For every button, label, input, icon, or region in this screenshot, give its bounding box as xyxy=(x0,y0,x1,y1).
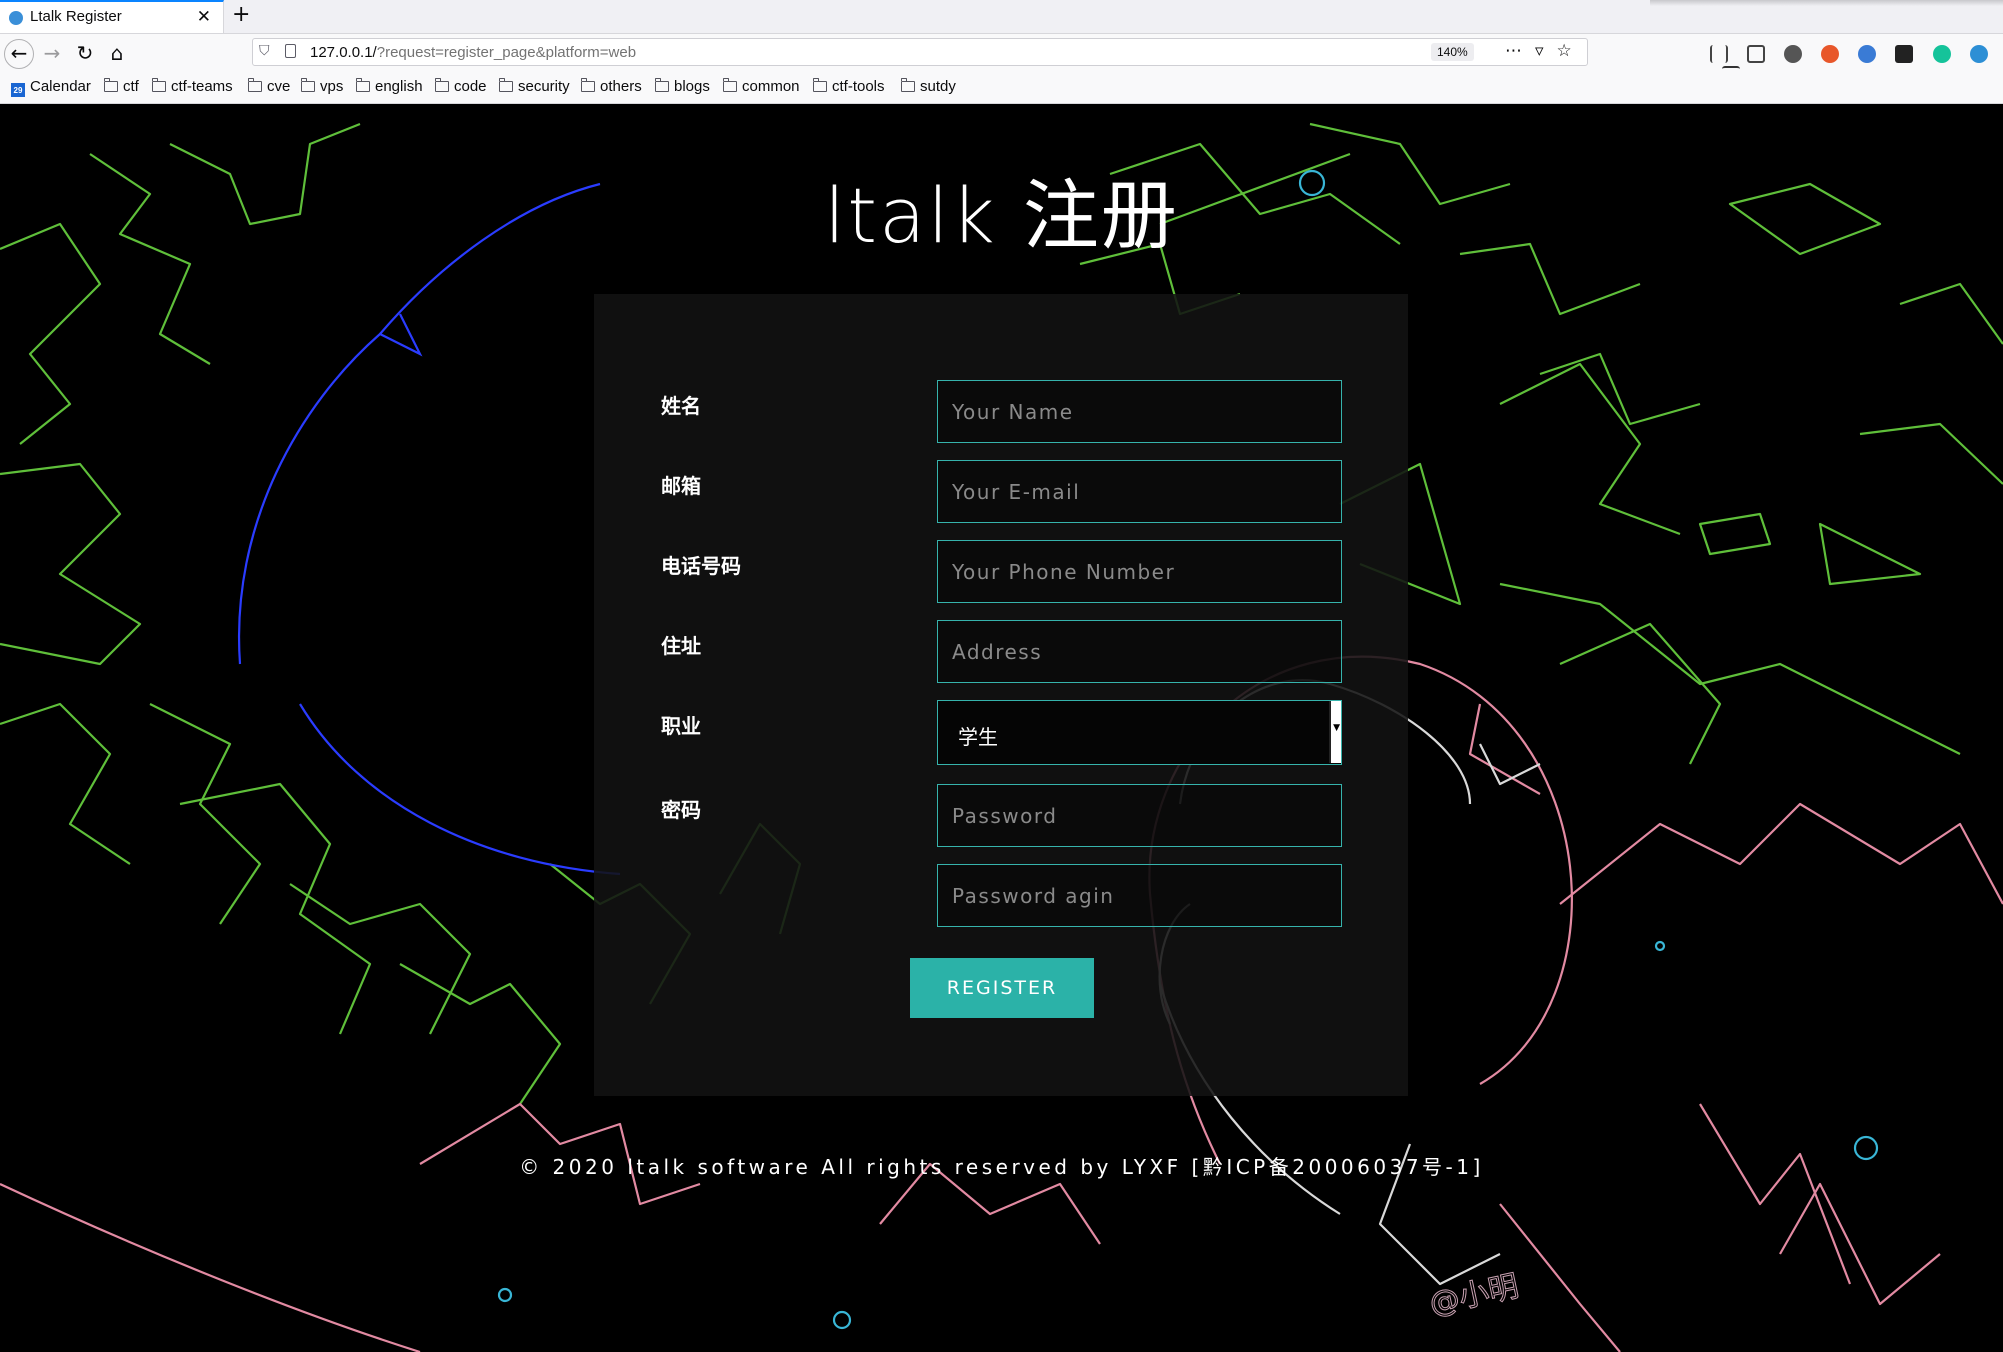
new-tab-icon[interactable]: + xyxy=(232,2,250,27)
bookmark-blogs[interactable]: blogs xyxy=(654,78,710,95)
bookmark-label: ctf xyxy=(123,78,139,95)
bookmark-star-icon[interactable]: ☆ xyxy=(1557,41,1585,61)
account-icon[interactable] xyxy=(1784,44,1803,63)
bookmark-label: sutdy xyxy=(920,78,956,95)
bookmark-label: others xyxy=(600,78,642,95)
register-button[interactable]: REGISTER xyxy=(910,958,1094,1018)
bookmark-common[interactable]: common xyxy=(722,78,800,95)
page-title: ltalk 注册 xyxy=(824,171,1179,260)
name-label: 姓名 xyxy=(661,394,701,418)
folder-icon xyxy=(812,78,827,92)
bookmark-ctf[interactable]: ctf xyxy=(103,78,139,95)
phone-input[interactable] xyxy=(937,540,1342,603)
pocket-icon[interactable]: ▿ xyxy=(1535,41,1557,61)
navigation-toolbar: ← → ↻ ⌂ ⛉ 127.0.0.1/?request=register_pa… xyxy=(0,34,2003,80)
register-form: 姓名 邮箱 电话号码 住址 职业 学生 ▼ 密码 REGISTER xyxy=(594,294,1408,1096)
bookmark-label: blogs xyxy=(674,78,710,95)
folder-icon xyxy=(434,78,449,92)
tab-title: Ltalk Register xyxy=(30,8,122,25)
library-icon[interactable] xyxy=(1710,44,1728,63)
bookmark-code[interactable]: code xyxy=(434,78,487,95)
occupation-select[interactable]: 学生 ▼ xyxy=(937,700,1342,765)
bookmark-others[interactable]: others xyxy=(580,78,642,95)
folder-icon xyxy=(103,78,118,92)
page-actions: ⋯▿☆ xyxy=(1505,41,1585,61)
phone-label: 电话号码 xyxy=(661,554,741,578)
bookmark-label: ctf-teams xyxy=(171,78,233,95)
url-bar[interactable]: ⛉ 127.0.0.1/?request=register_page&platf… xyxy=(252,38,1588,66)
page-actions-menu-icon[interactable]: ⋯ xyxy=(1505,41,1535,61)
register-page: @小明 ltalk 注册 姓名 邮箱 电话号码 住址 职业 学生 ▼ 密码 RE… xyxy=(0,104,2003,1352)
password-input[interactable] xyxy=(937,784,1342,847)
bookmark-sutdy[interactable]: sutdy xyxy=(900,78,956,95)
email-input[interactable] xyxy=(937,460,1342,523)
home-icon[interactable]: ⌂ xyxy=(102,38,132,68)
bookmark-english[interactable]: english xyxy=(355,78,423,95)
zoom-indicator[interactable]: 140% xyxy=(1431,43,1474,61)
email-label: 邮箱 xyxy=(661,474,701,498)
window-edge xyxy=(1650,0,2003,6)
tracking-shield-icon[interactable]: ⛉ xyxy=(259,43,270,59)
folder-icon xyxy=(498,78,513,92)
calendar-icon: 29 xyxy=(11,83,25,97)
close-tab-icon[interactable]: ✕ xyxy=(197,7,211,27)
folder-icon xyxy=(300,78,315,92)
extension-shield-icon[interactable] xyxy=(1969,44,1988,63)
extension-grammarly-icon[interactable] xyxy=(1932,44,1951,63)
page-info-icon[interactable] xyxy=(285,44,296,58)
copyright-footer: © 2020 ltalk software All rights reserve… xyxy=(519,1155,1484,1179)
bookmark-cve[interactable]: cve xyxy=(247,78,291,95)
bookmark-label: cve xyxy=(267,78,291,95)
password-label: 密码 xyxy=(661,798,701,822)
chevron-down-icon[interactable]: ▼ xyxy=(1333,723,1340,733)
folder-icon xyxy=(355,78,370,92)
extension-icon[interactable] xyxy=(1858,44,1877,63)
bookmark-security[interactable]: security xyxy=(498,78,570,95)
folder-icon xyxy=(900,78,915,92)
extension-ublock-icon[interactable] xyxy=(1821,44,1840,63)
url-path: ?request=register_page&platform=web xyxy=(376,44,637,61)
name-input[interactable] xyxy=(937,380,1342,443)
folder-icon xyxy=(247,78,262,92)
occupation-label: 职业 xyxy=(661,714,701,738)
site-favicon-icon xyxy=(9,11,23,25)
bookmark-label: common xyxy=(742,78,800,95)
bookmark-ctf-tools[interactable]: ctf-tools xyxy=(812,78,885,95)
url-text[interactable]: 127.0.0.1/?request=register_page&platfor… xyxy=(310,44,636,61)
address-input[interactable] xyxy=(937,620,1342,683)
bookmark-label: ctf-tools xyxy=(832,78,885,95)
forward-icon[interactable]: → xyxy=(37,38,67,68)
folder-icon xyxy=(151,78,166,92)
bookmark-calendar[interactable]: 29 Calendar xyxy=(11,78,91,97)
folder-icon xyxy=(722,78,737,92)
bookmarks-toolbar: 29 Calendar ctf ctf-teams cve vps english… xyxy=(0,72,2003,104)
bookmark-label: code xyxy=(454,78,487,95)
address-label: 住址 xyxy=(661,634,701,658)
bookmark-label: Calendar xyxy=(30,78,91,95)
password-confirm-input[interactable] xyxy=(937,864,1342,927)
toolbar-extensions xyxy=(1710,43,2003,80)
folder-icon xyxy=(654,78,669,92)
signature-text: @小明 xyxy=(1426,1269,1521,1322)
active-tab[interactable]: Ltalk Register ✕ xyxy=(0,0,224,33)
reload-icon[interactable]: ↻ xyxy=(70,38,100,68)
bookmark-label: vps xyxy=(320,78,344,95)
folder-icon xyxy=(580,78,595,92)
url-host: 127.0.0.1/ xyxy=(310,44,377,61)
bookmark-ctf-teams[interactable]: ctf-teams xyxy=(151,78,233,95)
sidebar-icon[interactable] xyxy=(1747,44,1766,63)
bookmark-label: security xyxy=(518,78,570,95)
tab-bar: Ltalk Register ✕ + xyxy=(0,0,2003,34)
back-icon[interactable]: ← xyxy=(4,39,34,69)
bookmark-label: english xyxy=(375,78,423,95)
bookmark-vps[interactable]: vps xyxy=(300,78,344,95)
occupation-selected-value: 学生 xyxy=(958,725,998,749)
extension-dark-icon[interactable] xyxy=(1895,44,1914,63)
